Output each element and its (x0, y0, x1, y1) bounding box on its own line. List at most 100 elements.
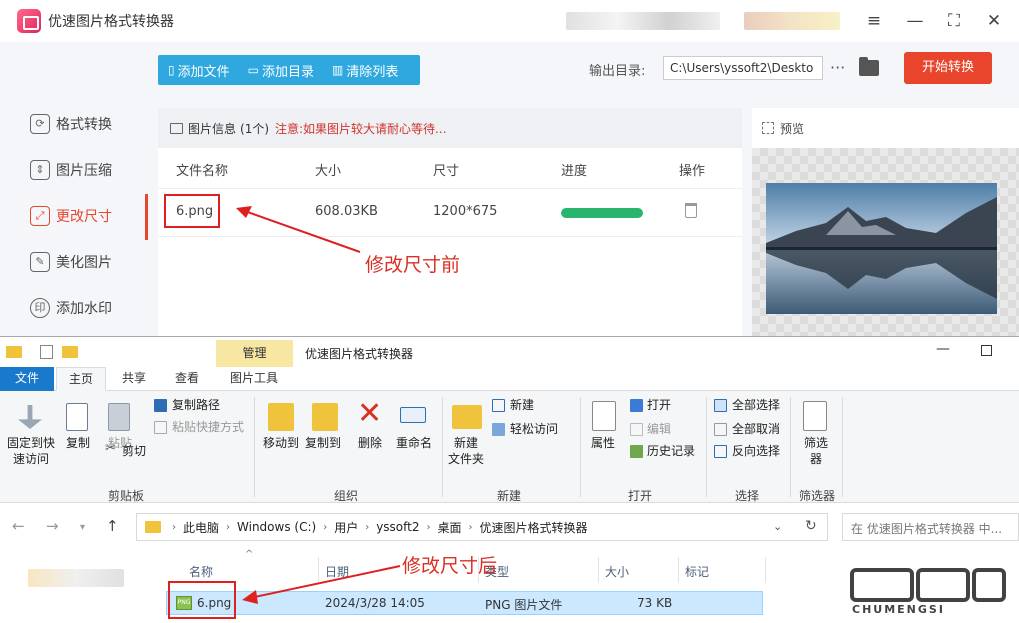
group-organize: 组织 (333, 489, 358, 503)
address-dropdown-icon[interactable]: ⌄ (773, 520, 782, 533)
preview-canvas (752, 148, 1019, 336)
close-icon[interactable]: ✕ (981, 8, 1007, 34)
open-button[interactable]: 打开 (647, 397, 671, 413)
address-bar[interactable]: › 此电脑 › Windows (C:) › 用户 › yssoft2 › 桌面… (136, 513, 828, 541)
copy-to-button[interactable]: 复制到 (300, 435, 346, 451)
watermark-icon: 印 (30, 298, 50, 318)
sort-up-icon: ^ (245, 549, 254, 560)
manage-context-tab[interactable]: 管理 (216, 340, 293, 367)
delete-icon[interactable] (685, 203, 697, 218)
breadcrumb-item[interactable]: 优速图片格式转换器 (480, 519, 588, 536)
image-info-label: 图片信息 (188, 121, 237, 136)
new-folder-icon[interactable] (62, 346, 78, 358)
tab-share[interactable]: 共享 (112, 367, 156, 391)
minimize-icon[interactable]: — (936, 341, 950, 357)
progress-bar (561, 208, 643, 218)
file-name: 6.png (176, 204, 214, 219)
cut-button[interactable]: 剪切 (122, 443, 146, 459)
breadcrumb-item[interactable]: 用户 (334, 519, 358, 536)
image-count: (1个) (240, 121, 270, 136)
chevron-right-icon: › (365, 521, 370, 533)
breadcrumb-item[interactable]: 桌面 (438, 519, 462, 536)
sidebar-item-compress[interactable]: ⇕ 图片压缩 (0, 147, 148, 193)
up-icon[interactable]: ↑ (106, 517, 119, 535)
pin-quick-access-button[interactable]: 固定到快 速访问 (2, 435, 60, 467)
col-filename: 文件名称 (176, 164, 229, 179)
group-divider (790, 397, 791, 497)
delete-button[interactable]: 删除 (352, 435, 388, 451)
folder-outline-icon: ▭ (247, 63, 259, 77)
back-icon[interactable]: ← (12, 517, 25, 535)
watermark-brand: CHUMENGSI (852, 603, 945, 616)
paste-icon (108, 403, 130, 431)
edit-button[interactable]: 编辑 (647, 421, 671, 437)
select-all-button[interactable]: 全部选择 (732, 397, 780, 413)
preview-image (766, 183, 997, 314)
history-button[interactable]: 历史记录 (647, 443, 695, 459)
refresh-icon[interactable]: ↻ (805, 518, 817, 534)
column-divider (765, 557, 766, 583)
explorer-title: 优速图片格式转换器 (305, 347, 414, 361)
menu-icon[interactable]: ≡ (861, 8, 887, 34)
preview-label: 预览 (780, 121, 805, 136)
start-convert-button[interactable]: 开始转换 (904, 52, 992, 84)
blurred-user-info (566, 12, 720, 30)
sidebar-item-beautify[interactable]: ✎ 美化图片 (0, 239, 148, 285)
copy-button[interactable]: 复制 (62, 435, 94, 451)
easy-access-button[interactable]: 轻松访问 (510, 421, 558, 437)
sidebar-item-label: 更改尺寸 (56, 209, 112, 225)
tab-home[interactable]: 主页 (56, 367, 106, 391)
preview-header: 预览 (752, 108, 1019, 148)
annotation-arrow-after (242, 565, 401, 604)
app-titlebar: 优速图片格式转换器 ≡ — ⛶ ✕ (0, 0, 1019, 42)
col-name[interactable]: 名称 (189, 563, 213, 580)
invert-selection-button[interactable]: 反向选择 (732, 443, 780, 459)
column-divider (598, 557, 599, 583)
edit-icon (630, 423, 643, 436)
clear-list-button[interactable]: ▥ 清除列表 (322, 55, 406, 85)
properties-button[interactable]: 属性 (584, 435, 622, 451)
paste-shortcut-button[interactable]: 粘贴快捷方式 (172, 419, 244, 435)
select-none-button[interactable]: 全部取消 (732, 421, 780, 437)
more-options-icon[interactable]: ··· (830, 58, 845, 77)
breadcrumb-item[interactable]: Windows (C:) (237, 520, 316, 534)
breadcrumb-item[interactable]: 此电脑 (183, 519, 219, 536)
beautify-icon: ✎ (30, 252, 50, 272)
sidebar-item-watermark[interactable]: 印添加水印 (0, 285, 148, 331)
ribbon-tabs: 文件 主页 共享 查看 图片工具 (0, 367, 1019, 391)
converter-app-window: 优速图片格式转换器 ≡ — ⛶ ✕ ⟳ 格式转换 ⇕ 图片压缩 ⤢ 更改尺寸 ✎ 美化图… (0, 0, 1019, 336)
minimize-icon[interactable]: — (902, 8, 928, 34)
col-tags[interactable]: 标记 (685, 563, 709, 580)
file-type: PNG 图片文件 (485, 598, 563, 612)
new-folder-button[interactable]: 新建 文件夹 (444, 435, 488, 467)
select-all-icon (714, 399, 727, 412)
col-size[interactable]: 大小 (605, 563, 629, 580)
maximize-icon[interactable]: ⛶ (941, 8, 967, 34)
tab-picture-tools[interactable]: 图片工具 (218, 367, 290, 391)
forward-icon[interactable]: → (46, 517, 59, 535)
move-to-button[interactable]: 移动到 (258, 435, 304, 451)
copy-path-icon (154, 399, 167, 412)
rename-button[interactable]: 重命名 (392, 435, 436, 451)
open-folder-icon[interactable] (859, 57, 879, 76)
sidebar-item-format[interactable]: ⟳ 格式转换 (0, 101, 148, 147)
resize-icon: ⤢ (30, 206, 50, 226)
new-item-button[interactable]: 新建 (510, 397, 534, 413)
filter-button[interactable]: 筛选 器 (796, 435, 836, 467)
properties-icon[interactable] (40, 345, 53, 359)
tab-file[interactable]: 文件 (0, 367, 54, 391)
add-file-button[interactable]: ▯ 添加文件 (158, 55, 238, 85)
file-size: 73 KB (637, 596, 673, 610)
breadcrumb-item[interactable]: yssoft2 (376, 520, 419, 534)
search-input[interactable]: 在 优速图片格式转换器 中... (842, 513, 1019, 541)
maximize-icon[interactable] (981, 345, 992, 356)
compress-icon: ⇕ (30, 160, 50, 180)
copy-path-button[interactable]: 复制路径 (172, 397, 220, 413)
filter-icon (803, 401, 827, 431)
output-dir-label: 输出目录: (589, 64, 646, 79)
add-directory-button[interactable]: ▭ 添加目录 (238, 55, 322, 85)
sidebar-item-resize[interactable]: ⤢ 更改尺寸 (0, 193, 148, 239)
output-dir-field[interactable]: C:\Users\yssoft2\Deskto (663, 56, 823, 80)
recent-dropdown-icon[interactable]: ▾ (80, 522, 85, 533)
tab-view[interactable]: 查看 (164, 367, 210, 391)
